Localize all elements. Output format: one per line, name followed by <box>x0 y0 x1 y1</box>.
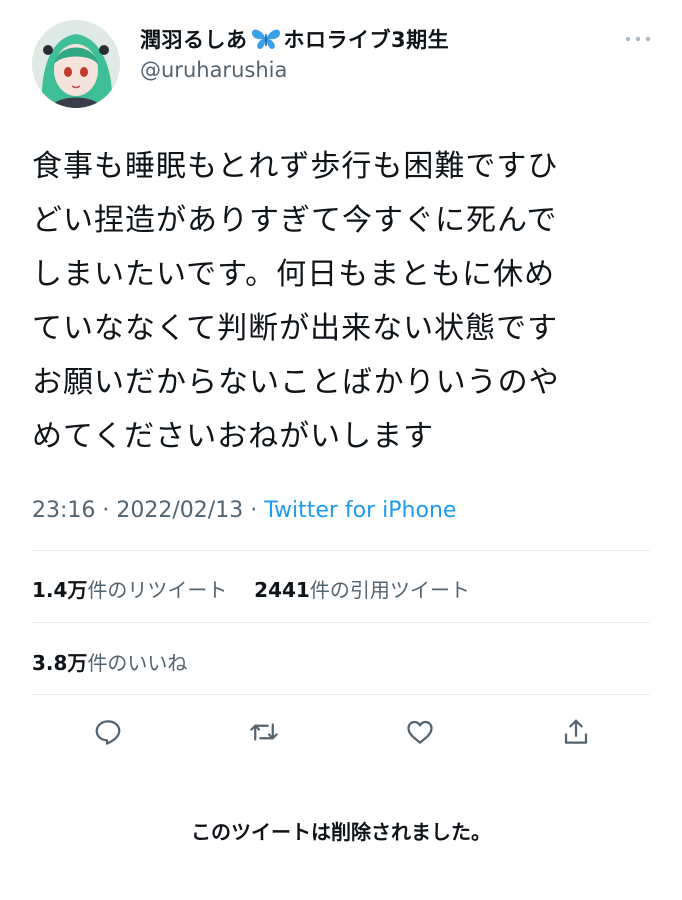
like-button[interactable] <box>403 715 437 749</box>
retweets-stat[interactable]: 1.4万件のリツイート <box>32 578 227 602</box>
user-handle[interactable]: @uruharushia <box>140 58 287 82</box>
tweet-source[interactable]: Twitter for iPhone <box>264 498 456 523</box>
display-name-suffix: ホロライブ3期生 <box>283 28 450 52</box>
retweets-label: 件のリツイート <box>87 578 228 602</box>
meta-separator: · <box>95 498 117 523</box>
share-icon <box>564 719 588 744</box>
display-name[interactable]: 潤羽るしあ ホロライブ3期生 <box>140 24 449 54</box>
meta-separator: · <box>243 498 265 523</box>
tweet-date[interactable]: 2022/02/13 <box>116 498 243 523</box>
action-bar <box>30 708 654 756</box>
avatar[interactable] <box>32 20 120 108</box>
likes-label: 件のいいね <box>87 651 188 675</box>
quotes-count: 2441 <box>254 578 310 602</box>
retweet-button[interactable] <box>247 715 281 749</box>
more-icon[interactable] <box>624 30 652 42</box>
retweet-icon <box>250 723 278 741</box>
avatar-image <box>32 20 120 108</box>
share-button[interactable] <box>559 715 593 749</box>
display-name-text: 潤羽るしあ <box>140 28 248 52</box>
tweet-text: 食事も睡眠もとれず歩行も困難ですひ どい捏造がありすぎて今すぐに死んで しまいた… <box>32 149 560 454</box>
tweet-meta: 23:16 · 2022/02/13 · Twitter for iPhone <box>32 498 456 523</box>
reply-icon <box>95 720 121 745</box>
divider <box>32 622 650 623</box>
likes-count: 3.8万 <box>32 651 88 675</box>
retweet-stats-row: 1.4万件のリツイート 2441件の引用ツイート <box>32 574 470 603</box>
divider <box>32 550 650 551</box>
quotes-label: 件の引用ツイート <box>309 578 470 602</box>
likes-stat[interactable]: 3.8万件のいいね <box>32 647 187 676</box>
reply-button[interactable] <box>91 715 125 749</box>
retweets-count: 1.4万 <box>32 578 88 602</box>
deleted-notice: このツイートは削除されました。 <box>191 820 491 844</box>
like-icon <box>407 720 433 744</box>
butterfly-icon <box>250 27 282 51</box>
tweet-time[interactable]: 23:16 <box>32 498 95 523</box>
divider <box>32 694 650 695</box>
quotes-stat[interactable]: 2441件の引用ツイート <box>254 578 470 602</box>
